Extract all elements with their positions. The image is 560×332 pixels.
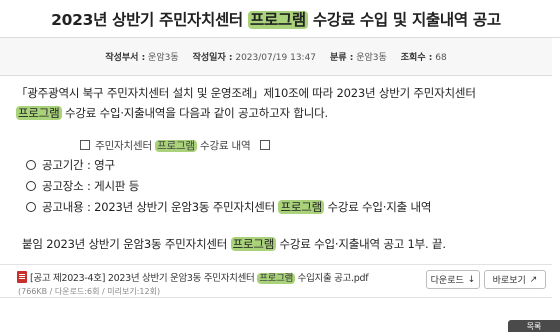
notice-period-item: 공고기간 : 영구: [26, 157, 115, 173]
section-heading: 주민자치센터 프로그램 수강료 내역: [78, 138, 272, 153]
meta-author: 작성부서 : 운암3동: [105, 53, 179, 63]
notice-place-item: 공고장소 : 게시판 등: [26, 178, 139, 194]
attachment-file-link[interactable]: [공고 제2023-4호] 2023년 상반기 운암3동 주민자치센터 프로그램…: [30, 270, 369, 284]
list-button[interactable]: 목록: [508, 320, 560, 332]
download-arrow-icon: ↓: [467, 274, 476, 285]
meta-category: 분류 : 운암3동: [330, 53, 387, 63]
intro-paragraph: 「광주광역시 북구 주민자치센터 설치 및 운영조례」제10조에 따라 2023…: [16, 83, 546, 123]
title-prefix: 2023년 상반기 주민자치센터: [51, 11, 248, 29]
checkbox-square-icon: [259, 140, 270, 150]
circle-bullet-icon: [26, 181, 36, 191]
title-suffix: 수강료 수입 및 지출내역 공고: [307, 11, 501, 29]
post-meta-bar: 작성부서 : 운암3동 작성일자 : 2023/07/19 13:47 분류 :…: [0, 38, 552, 76]
intro-line-1: 「광주광역시 북구 주민자치센터 설치 및 운영조례」제10조에 따라 2023…: [16, 86, 476, 100]
page-title: 2023년 상반기 주민자치센터 프로그램 수강료 수입 및 지출내역 공고: [0, 8, 552, 30]
meta-views: 조회수 : 68: [400, 53, 447, 63]
preview-button[interactable]: 바로보기 ↗: [484, 270, 546, 289]
attachment-note: 붙임 2023년 상반기 운암3동 주민자치센터 프로그램 수강료 수입·지출내…: [22, 237, 446, 251]
attachment-row: [공고 제2023-4호] 2023년 상반기 운암3동 주민자치센터 프로그램…: [0, 264, 552, 298]
page-header: 2023년 상반기 주민자치센터 프로그램 수강료 수입 및 지출내역 공고: [0, 0, 560, 38]
circle-bullet-icon: [26, 202, 36, 212]
download-button[interactable]: 다운로드 ↓: [426, 270, 480, 289]
intro-line-2: 프로그램 수강료 수입·지출내역을 다음과 같이 공고하고자 합니다.: [16, 106, 328, 120]
notice-content-item: 공고내용 : 2023년 상반기 운암3동 주민자치센터 프로그램 수강료 수입…: [26, 199, 431, 215]
title-highlight: 프로그램: [247, 11, 308, 29]
circle-bullet-icon: [26, 160, 36, 170]
meta-date: 작성일자 : 2023/07/19 13:47: [192, 53, 317, 63]
checkbox-square-icon: [80, 140, 90, 150]
pdf-icon: [17, 271, 27, 283]
external-link-icon: ↗: [529, 274, 538, 285]
attachment-file-meta: (766KB / 다운로드:6회 / 미리보기:12회): [18, 287, 161, 296]
